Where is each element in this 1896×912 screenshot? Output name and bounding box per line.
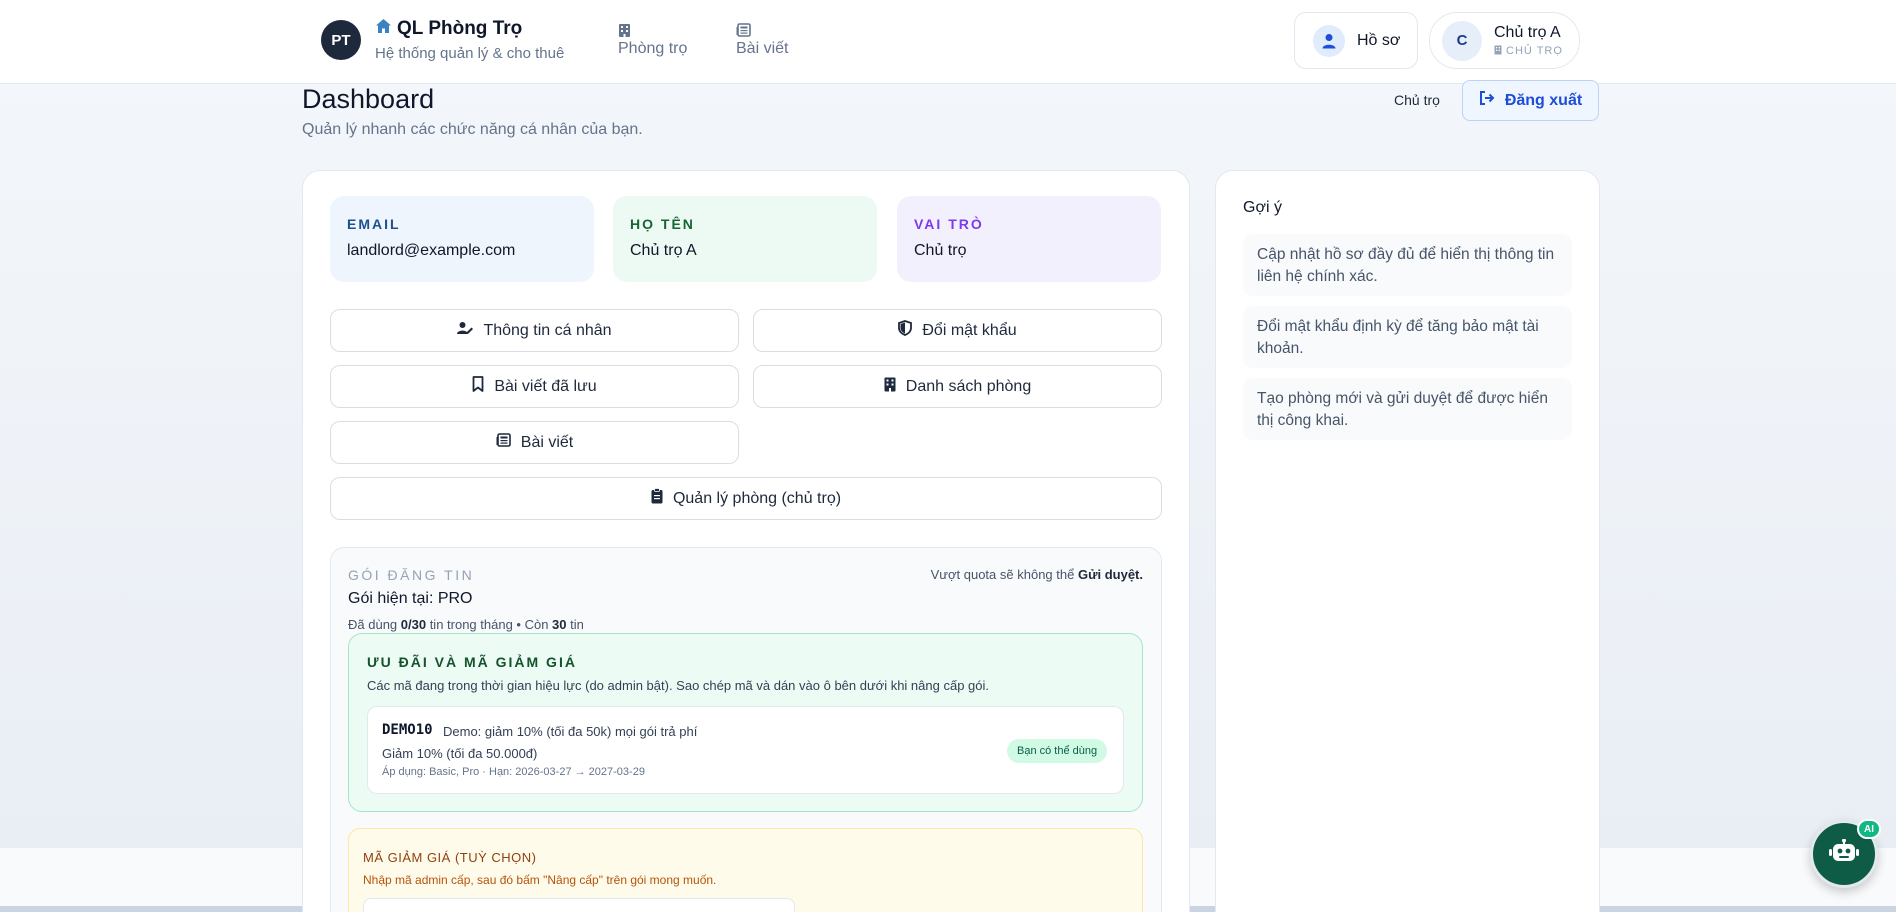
tip-item: Đổi mật khẩu định kỳ để tăng bảo mật tài… — [1243, 306, 1572, 368]
brand-title[interactable]: QL Phòng Trọ — [375, 18, 522, 40]
usage-value: 0/30 — [400, 617, 427, 632]
user-menu[interactable]: C Chủ trọ A CHỦ TRỌ — [1429, 12, 1580, 69]
email-value: landlord@example.com — [347, 242, 516, 259]
promo-description: Các mã đang trong thời gian hiệu lực (do… — [367, 678, 989, 693]
page-subtitle: Quản lý nhanh các chức năng cá nhân của … — [302, 121, 643, 138]
coupon-apply-info: Áp dụng: Basic, Pro · Hạn: 2026-03-27 → … — [382, 766, 645, 778]
name-value: Chủ trọ A — [630, 242, 697, 259]
tip-item: Cập nhật hồ sơ đầy đủ để hiển thị thông … — [1243, 234, 1572, 296]
logout-button[interactable]: Đăng xuất — [1462, 80, 1599, 121]
user-name: Chủ trọ A — [1494, 23, 1561, 41]
plan-current: Gói hiện tại: PRO — [348, 590, 473, 607]
role-label: VAI TRÒ — [914, 216, 984, 232]
logout-label: Đăng xuất — [1504, 91, 1583, 109]
usage-suffix: tin — [566, 617, 584, 632]
personal-info-button[interactable]: Thông tin cá nhân — [330, 309, 739, 352]
usage-mid: tin trong tháng • Còn — [426, 617, 553, 632]
change-password-label: Đổi mật khẩu — [922, 321, 1017, 339]
shield-icon — [898, 320, 913, 341]
user-avatar: C — [1442, 20, 1482, 61]
ai-badge: AI — [1857, 819, 1881, 839]
coupon-discount: Giảm 10% (tối đa 50.000đ) — [382, 746, 538, 761]
logout-icon — [1479, 91, 1495, 110]
logo-badge[interactable]: PT — [321, 20, 361, 60]
email-info-box: EMAIL landlord@example.com — [330, 196, 594, 282]
nav-posts-label: Bài viết — [736, 40, 789, 57]
clipboard-icon — [651, 488, 663, 509]
role-info-box: VAI TRÒ Chủ trọ — [897, 196, 1161, 282]
page-title: Dashboard — [302, 84, 435, 114]
tip-item: Tạo phòng mới và gửi duyệt để được hiển … — [1243, 378, 1572, 440]
room-list-label: Danh sách phòng — [905, 377, 1032, 395]
user-role: CHỦ TRỌ — [1506, 45, 1563, 57]
role-value: Chủ trọ — [914, 242, 967, 259]
nav-rooms-label: Phòng trọ — [618, 40, 688, 57]
promo-title: ƯU ĐÃI VÀ MÃ GIẢM GIÁ — [367, 654, 577, 670]
brand-name: QL Phòng Trọ — [397, 18, 523, 39]
tips-title: Gợi ý — [1243, 199, 1282, 216]
name-info-box: HỌ TÊN Chủ trọ A — [613, 196, 877, 282]
current-role-text: Chủ trọ — [1394, 92, 1440, 108]
posts-button[interactable]: Bài viết — [330, 421, 739, 464]
saved-posts-label: Bài viết đã lưu — [494, 377, 597, 395]
quota-prefix: Vượt quota sẽ không thể — [930, 567, 1078, 582]
newspaper-icon — [736, 20, 751, 40]
nav-rooms[interactable]: Phòng trọ — [618, 20, 687, 58]
coupon-description: Demo: giảm 10% (tối đa 50k) mọi gói trả … — [443, 724, 698, 739]
robot-icon — [1829, 838, 1859, 870]
plan-usage: Đã dùng 0/30 tin trong tháng • Còn 30 ti… — [348, 617, 584, 632]
personal-info-label: Thông tin cá nhân — [483, 321, 612, 339]
email-label: EMAIL — [347, 216, 401, 232]
posts-label: Bài viết — [520, 433, 574, 451]
discount-description: Nhập mã admin cấp, sau đó bấm "Nâng cấp"… — [363, 873, 717, 887]
usage-prefix: Đã dùng — [348, 617, 401, 632]
plan-label: GÓI ĐĂNG TIN — [348, 567, 475, 583]
manage-rooms-button[interactable]: Quản lý phòng (chủ trọ) — [330, 477, 1162, 520]
top-header: PT QL Phòng Trọ Hệ thống quản lý & cho t… — [0, 0, 1896, 84]
brand-subtitle: Hệ thống quản lý & cho thuê — [375, 45, 565, 62]
user-icon — [1313, 24, 1345, 57]
discount-code-input[interactable] — [363, 898, 795, 912]
discount-title: MÃ GIẢM GIÁ (TUỲ CHỌN) — [363, 850, 537, 865]
building-icon — [618, 20, 631, 40]
home-icon — [375, 18, 392, 40]
quota-action: Gửi duyệt. — [1077, 567, 1143, 582]
building-small-icon — [1494, 45, 1502, 58]
profile-label: Hồ sơ — [1357, 31, 1401, 49]
building-icon — [884, 377, 896, 397]
newspaper-icon — [496, 433, 511, 452]
nav-posts[interactable]: Bài viết — [736, 20, 788, 58]
name-label: HỌ TÊN — [630, 216, 695, 232]
change-password-button[interactable]: Đổi mật khẩu — [753, 309, 1162, 352]
coupon-status-badge: Bạn có thể dùng — [1007, 739, 1108, 763]
bookmark-icon — [472, 376, 484, 397]
room-list-button[interactable]: Danh sách phòng — [753, 365, 1162, 408]
profile-button[interactable]: Hồ sơ — [1294, 12, 1418, 69]
manage-rooms-label: Quản lý phòng (chủ trọ) — [672, 489, 842, 507]
usage-remaining: 30 — [552, 617, 567, 632]
coupon-code[interactable]: DEMO10 — [382, 722, 433, 738]
user-role-row: CHỦ TRỌ — [1494, 45, 1563, 58]
plan-quota-note: Vượt quota sẽ không thể Gửi duyệt. — [931, 567, 1143, 582]
user-edit-icon — [457, 321, 474, 340]
saved-posts-button[interactable]: Bài viết đã lưu — [330, 365, 739, 408]
